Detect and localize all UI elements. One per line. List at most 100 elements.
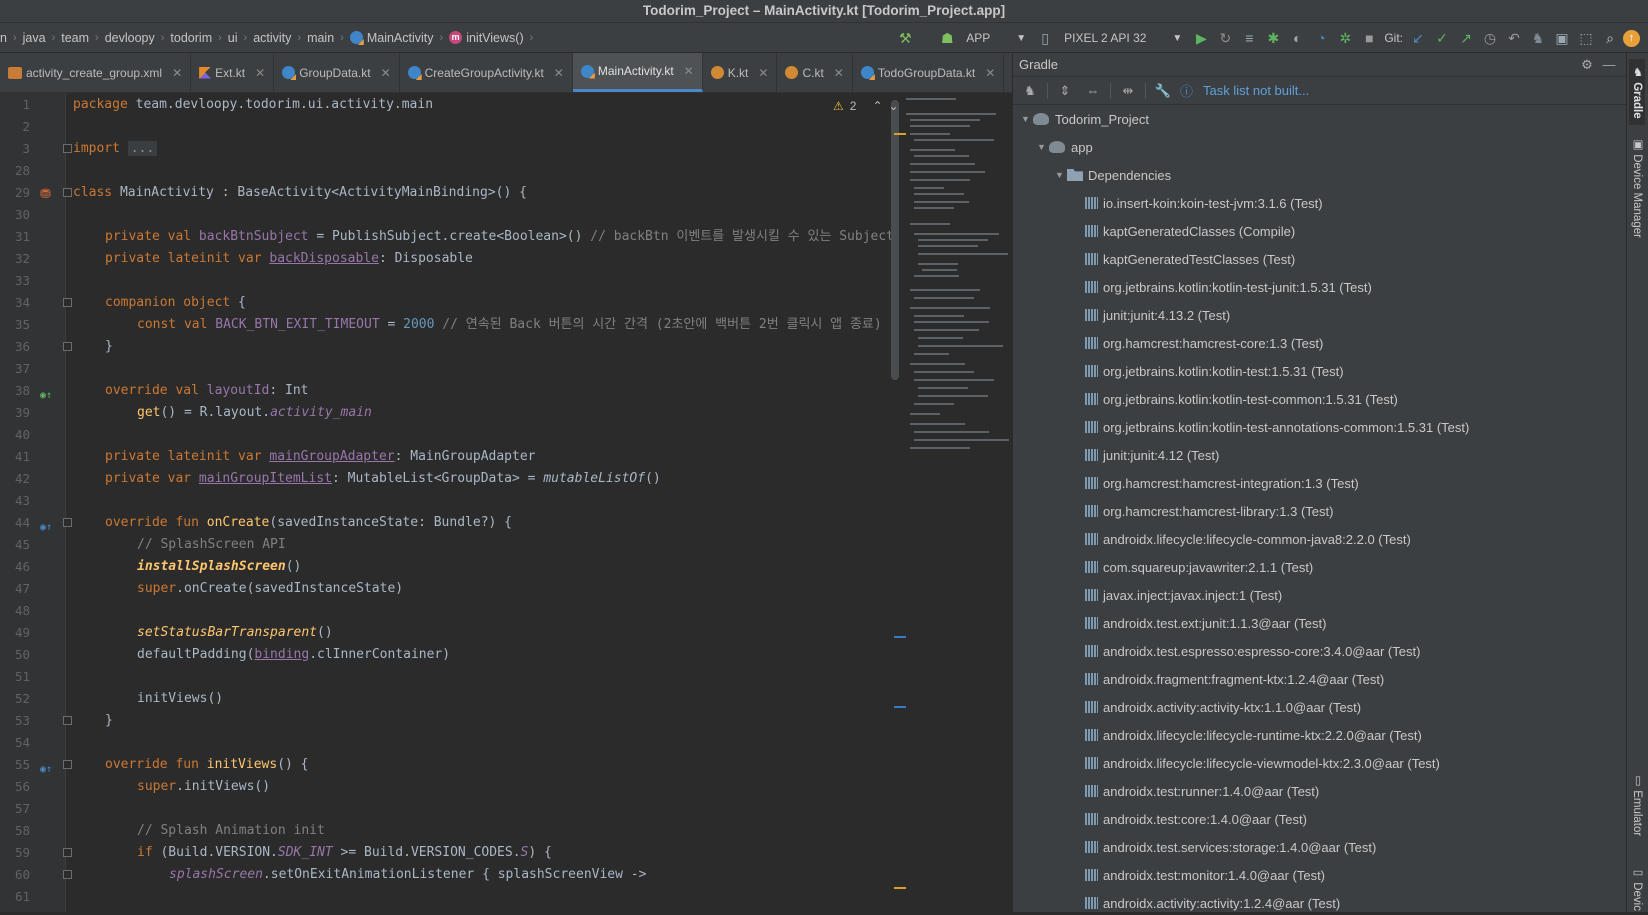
toggle-offline-icon[interactable]: ⇹ [1117,80,1139,102]
implemented-class-icon[interactable]: ⛃ [40,184,51,206]
chevron-up-icon[interactable]: ⌃ [872,99,882,113]
tab-todogroupdata-kt[interactable]: TodoGroupData.kt ✕ [853,53,1005,92]
collapse-all-icon[interactable]: ⇔ [1082,80,1104,102]
breadcrumb-item-java[interactable]: java › [23,31,62,45]
folded-imports[interactable]: ... [127,141,158,156]
coverage-icon[interactable]: ◐ [1286,27,1308,49]
warning-stripe[interactable] [894,133,906,135]
close-icon[interactable]: ✕ [554,66,564,80]
dependency-item[interactable]: androidx.test.services:storage:1.4.0@aar… [1013,833,1627,861]
breadcrumb-item-team[interactable]: team › [61,31,104,45]
dependency-item[interactable]: androidx.fragment:fragment-ktx:1.2.4@aar… [1013,665,1627,693]
dependency-item[interactable]: org.jetbrains.kotlin:kotlin-test-common:… [1013,385,1627,413]
expand-all-icon[interactable]: ⇕ [1054,80,1076,102]
fold-icon[interactable] [63,518,72,527]
dependency-item[interactable]: kaptGeneratedClasses (Compile) [1013,217,1627,245]
dependency-item[interactable]: org.hamcrest:hamcrest-integration:1.3 (T… [1013,469,1627,497]
dependency-item[interactable]: org.hamcrest:hamcrest-core:1.3 (Test) [1013,329,1627,357]
code-minimap[interactable] [894,93,1012,912]
apply-code-changes-icon[interactable]: ≡ [1238,27,1260,49]
tab-creategroupactivity-kt[interactable]: CreateGroupActivity.kt ✕ [400,53,573,92]
fold-icon[interactable] [63,188,72,197]
tool-window-device-manager[interactable]: ▣ Device Manager [1629,133,1645,242]
gradle-sync-icon[interactable]: ♞ [1527,27,1549,49]
sdk-manager-icon[interactable]: ⬚ [1575,27,1597,49]
fold-icon[interactable] [63,760,72,769]
chevron-down-icon[interactable]: ▼ [1055,170,1067,180]
fold-icon[interactable] [63,848,72,857]
git-update-icon[interactable]: ↙ [1407,27,1429,49]
avd-manager-icon[interactable]: ▣ [1551,27,1573,49]
dependency-item[interactable]: com.squareup:javawriter:2.1.1 (Test) [1013,553,1627,581]
gear-icon[interactable]: ⚙ [1576,54,1598,76]
build-hammer-icon[interactable]: ⚒ [894,27,916,49]
fold-icon[interactable] [63,342,72,351]
fold-icon[interactable] [63,298,72,307]
chevron-down-icon[interactable]: ▼ [1021,114,1033,124]
stop-icon[interactable]: ■ [1358,27,1380,49]
chevron-down-icon[interactable]: ▼ [1037,142,1049,152]
update-available-icon[interactable]: ↑ [1623,29,1640,47]
inspection-widget[interactable]: ⚠ 2 ⌃ ⌄ [833,99,899,113]
close-icon[interactable]: ✕ [834,66,844,80]
git-rollback-icon[interactable]: ↶ [1503,27,1525,49]
tab-c-kt[interactable]: C.kt ✕ [777,53,853,92]
change-stripe[interactable] [894,636,906,638]
close-icon[interactable]: ✕ [255,66,265,80]
dependency-item[interactable]: kaptGeneratedTestClasses (Test) [1013,245,1627,273]
tab-overflow[interactable]: ▾ [1004,53,1012,92]
git-history-icon[interactable]: ◷ [1479,27,1501,49]
close-icon[interactable]: ✕ [172,66,182,80]
dependency-item[interactable]: org.jetbrains.kotlin:kotlin-test:1.5.31 … [1013,357,1627,385]
dependency-item[interactable]: androidx.activity:activity-ktx:1.1.0@aar… [1013,693,1627,721]
debug-icon[interactable]: ✱ [1262,27,1284,49]
tab-groupdata-kt[interactable]: GroupData.kt ✕ [274,53,400,92]
breadcrumb-item-mainactivity[interactable]: MainActivity › [349,31,449,45]
tab-k-kt[interactable]: K.kt ✕ [703,53,778,92]
tool-window-device-file-explorer[interactable]: ▭ Devic [1629,861,1645,915]
dependency-item[interactable]: androidx.test:monitor:1.4.0@aar (Test) [1013,861,1627,889]
dependency-item[interactable]: javax.inject:javax.inject:1 (Test) [1013,581,1627,609]
gradle-project-tree[interactable]: ▼ Todorim_Project ▼ app ▼ Dependencies io.i… [1013,105,1627,912]
dependency-item[interactable]: androidx.test.espresso:espresso-core:3.4… [1013,637,1627,665]
fold-icon[interactable] [63,716,72,725]
code-editor[interactable]: 1 package team.devloopy.todorim.ui.activi… [0,93,1012,912]
editor-scrollbar[interactable] [891,100,899,380]
breadcrumb-item-main[interactable]: main › [307,31,350,45]
apply-changes-icon[interactable]: ↻ [1214,27,1236,49]
fold-icon[interactable] [63,870,72,879]
breadcrumb-item-initviews[interactable]: m initViews() › [449,31,539,45]
dependency-item[interactable]: org.jetbrains.kotlin:kotlin-test-junit:1… [1013,273,1627,301]
dependency-item[interactable]: junit:junit:4.13.2 (Test) [1013,301,1627,329]
git-commit-icon[interactable]: ✓ [1431,27,1453,49]
close-icon[interactable]: ✕ [684,64,694,78]
dependency-item[interactable]: androidx.test:runner:1.4.0@aar (Test) [1013,777,1627,805]
reload-gradle-icon[interactable]: ♞ [1019,80,1041,102]
tree-item-dependencies[interactable]: ▼ Dependencies [1013,161,1627,189]
tool-window-emulator[interactable]: ▯ Emulator [1629,769,1645,840]
run-config-select[interactable]: APP ▼ [960,31,1032,45]
close-icon[interactable]: ✕ [381,66,391,80]
warning-stripe[interactable] [894,887,906,889]
search-icon[interactable]: ⌕ [1599,27,1621,49]
dependency-item[interactable]: androidx.lifecycle:lifecycle-runtime-ktx… [1013,721,1627,749]
tab-mainactivity-kt[interactable]: MainActivity.kt ✕ [572,53,703,92]
breadcrumb-item-ui[interactable]: ui › [228,31,253,45]
git-push-icon[interactable]: ↗ [1455,27,1477,49]
breadcrumb-item-activity[interactable]: activity › [253,31,307,45]
attach-debugger-icon[interactable]: ✲ [1334,27,1356,49]
run-icon[interactable]: ▶ [1190,27,1212,49]
tree-item-root[interactable]: ▼ Todorim_Project [1013,105,1627,133]
breadcrumb-item-todorim[interactable]: todorim › [170,31,227,45]
breadcrumb-item-0[interactable]: n › [0,31,23,45]
dependency-item[interactable]: androidx.lifecycle:lifecycle-viewmodel-k… [1013,749,1627,777]
change-stripe[interactable] [894,706,906,708]
dependency-item[interactable]: androidx.test:core:1.4.0@aar (Test) [1013,805,1627,833]
tool-window-gradle[interactable]: ♞ Gradle [1629,59,1645,125]
task-list-status[interactable]: Task list not built... [1203,83,1309,98]
dependency-item[interactable]: androidx.lifecycle:lifecycle-common-java… [1013,525,1627,553]
breadcrumb-item-devloopy[interactable]: devloopy › [105,31,171,45]
dependency-item[interactable]: org.hamcrest:hamcrest-library:1.3 (Test) [1013,497,1627,525]
minimize-icon[interactable]: — [1598,54,1620,76]
tab-ext-kt[interactable]: Ext.kt ✕ [191,53,275,92]
